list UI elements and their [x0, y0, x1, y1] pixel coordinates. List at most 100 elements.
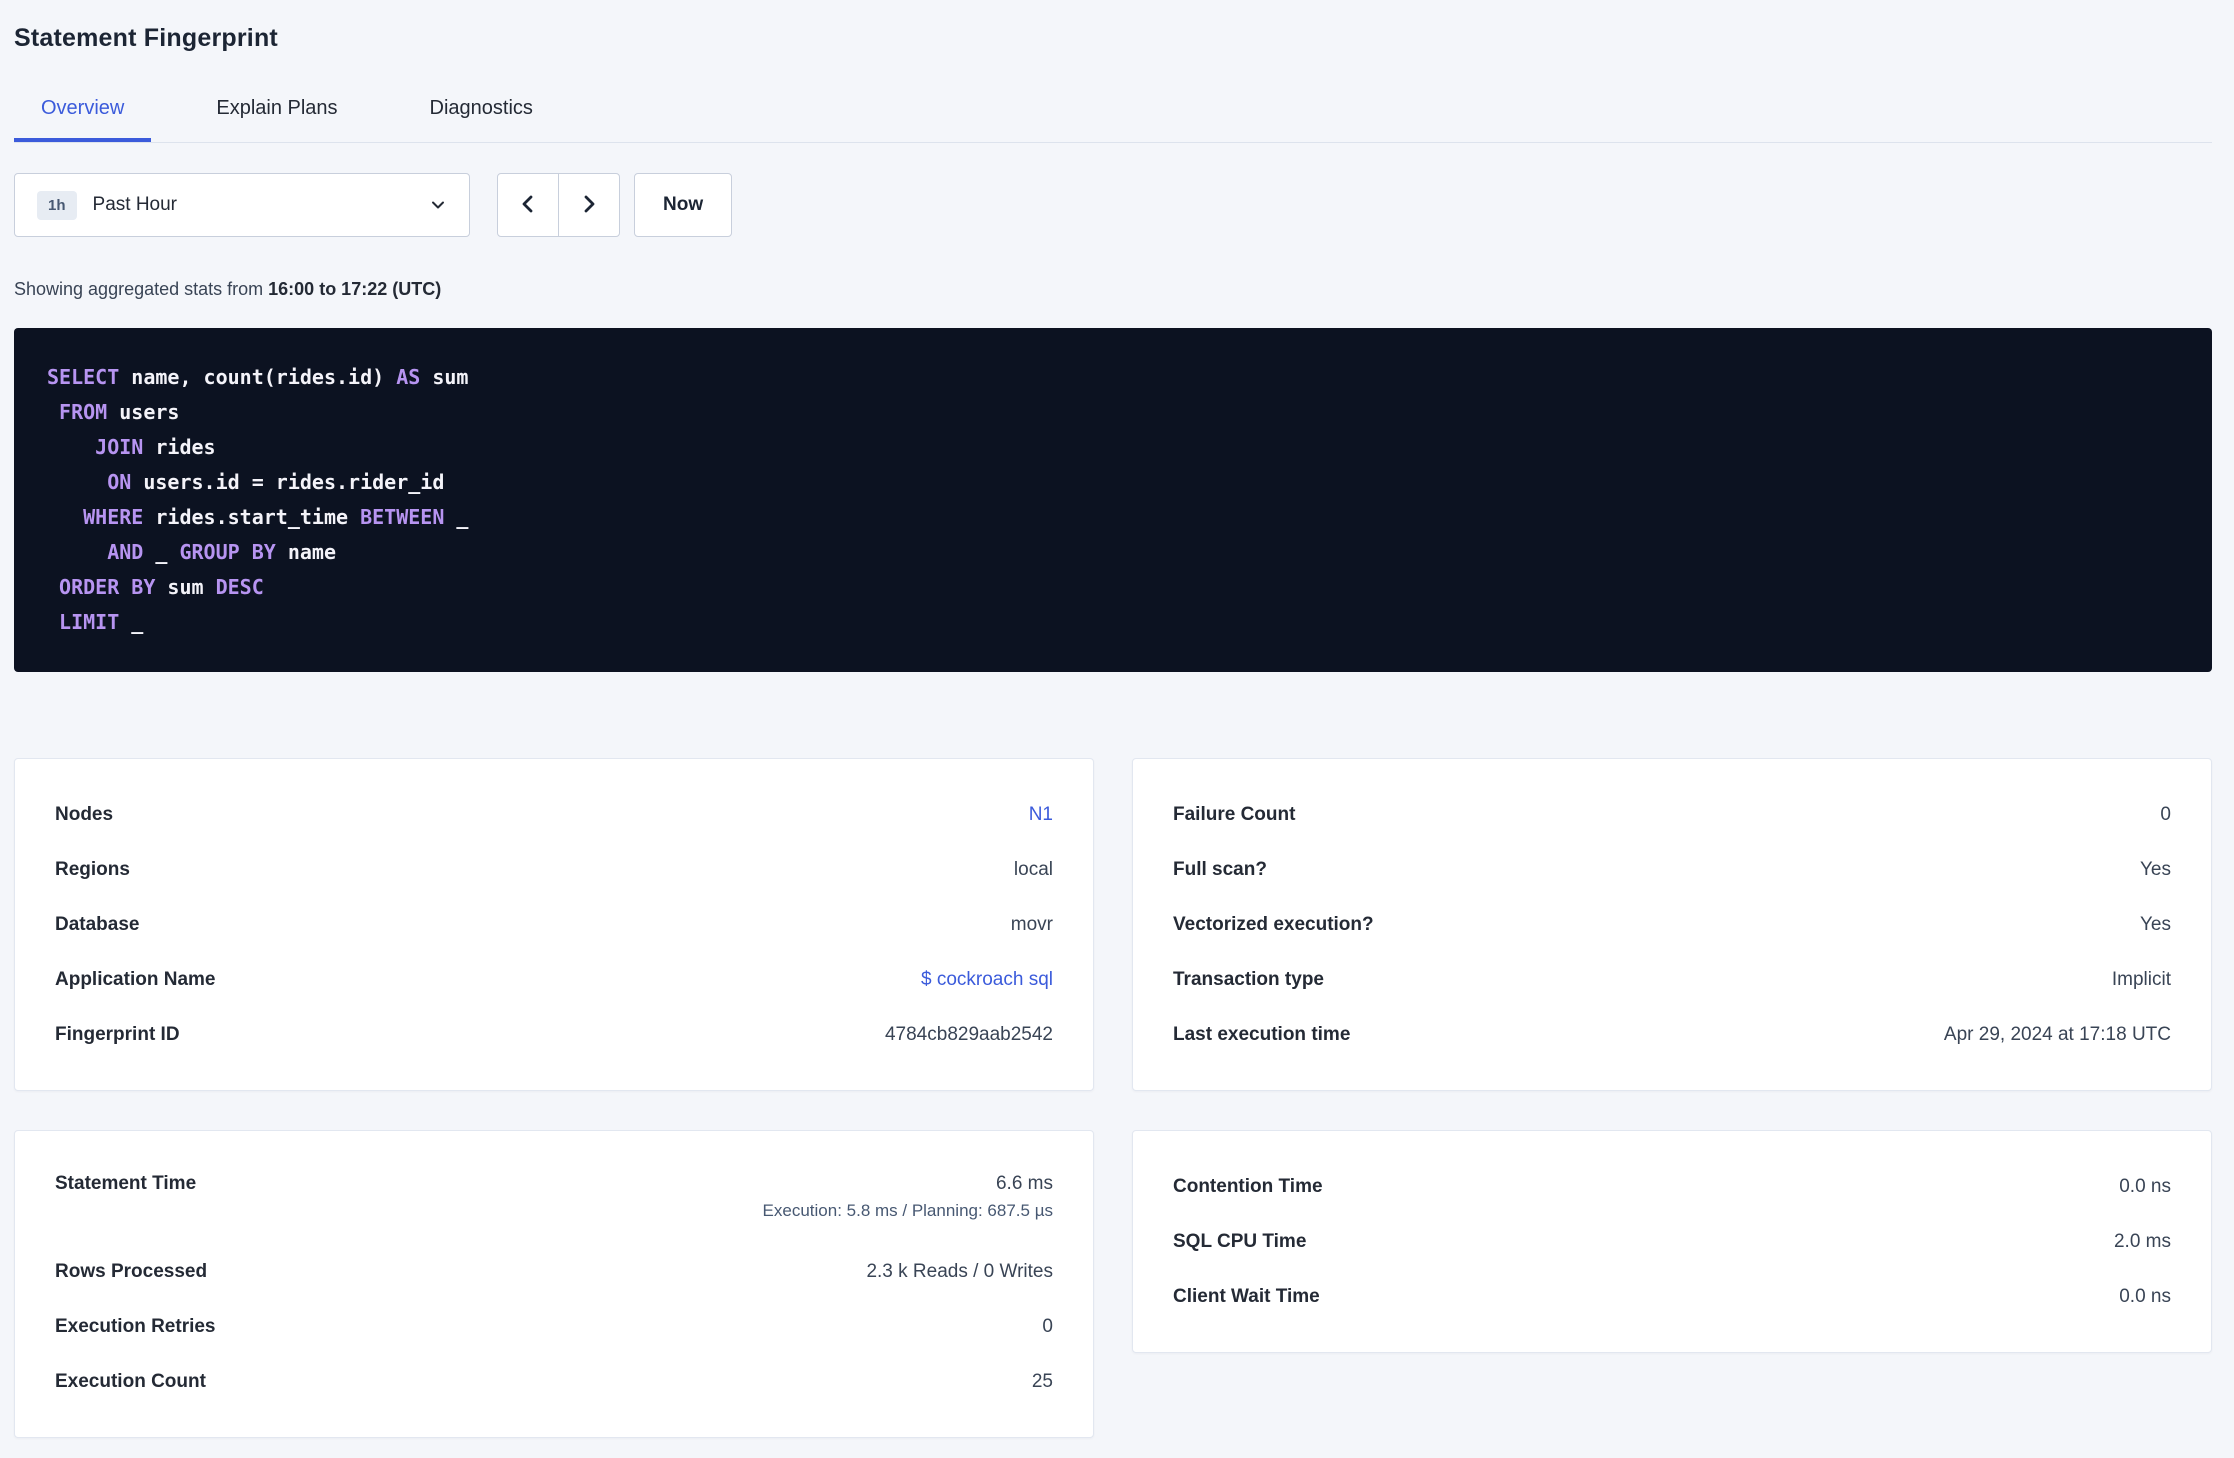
- card-row: Last execution time Apr 29, 2024 at 17:18…: [1173, 1007, 2171, 1062]
- row-value-wrap: 2.0 ms: [2114, 1231, 2171, 1253]
- sql-line: FROM users: [59, 400, 180, 424]
- row-label: Application Name: [55, 968, 216, 990]
- card-row: Vectorized execution? Yes: [1173, 897, 2171, 952]
- row-value-wrap: 4784cb829aab2542: [885, 1024, 1053, 1046]
- card-row: Rows Processed 2.3 k Reads / 0 Writes: [55, 1244, 1053, 1299]
- now-button[interactable]: Now: [634, 173, 733, 237]
- time-step-buttons: [497, 173, 620, 237]
- row-value: 6.6 ms: [995, 1173, 1053, 1194]
- sql-line: LIMIT _: [59, 610, 144, 634]
- row-value-wrap: local: [1014, 859, 1053, 881]
- row-label: Statement Time: [55, 1173, 197, 1194]
- tab-explain-plans[interactable]: Explain Plans: [189, 85, 364, 142]
- prev-time-button[interactable]: [497, 173, 559, 237]
- row-label: SQL CPU Time: [1173, 1230, 1307, 1252]
- row-value-link[interactable]: N1: [1029, 804, 1053, 826]
- time-range-badge: 1h: [37, 190, 77, 220]
- tab-overview[interactable]: Overview: [14, 85, 152, 142]
- row-label: Client Wait Time: [1173, 1285, 1320, 1307]
- row-value: 25: [1031, 1370, 1053, 1392]
- next-time-button[interactable]: [558, 173, 620, 237]
- row-label: Full scan?: [1173, 858, 1267, 880]
- row-value: Yes: [2140, 913, 2171, 935]
- wait-card: Contention Time 0.0 ns SQL CPU Time 2.0 ms C…: [1132, 1130, 2212, 1353]
- row-label: Rows Processed: [55, 1260, 208, 1282]
- row-label: Database: [55, 913, 140, 935]
- sql-line: ON users.id = rides.rider_id: [107, 470, 445, 494]
- row-label: Last execution time: [1173, 1023, 1351, 1045]
- row-value-wrap: 0.0 ns: [2119, 1176, 2171, 1198]
- card-row: Nodes N1: [55, 787, 1053, 842]
- execution-card: Failure Count 0 Full scan? Yes Vectorized ex…: [1132, 758, 2212, 1091]
- row-label: Fingerprint ID: [55, 1023, 180, 1045]
- card-row: Execution Count 25: [55, 1354, 1053, 1409]
- sql-line: ORDER BY sum DESC: [59, 575, 264, 599]
- details-card: Nodes N1 Regions local Database movr Applicati…: [14, 758, 1094, 1091]
- aggregated-stats-text: Showing aggregated stats from 16:00 to 1…: [14, 279, 2212, 300]
- card-row: Database movr: [55, 897, 1053, 952]
- row-label: Regions: [55, 858, 130, 880]
- card-row: Execution Retries 0: [55, 1299, 1053, 1354]
- row-label: Failure Count: [1173, 803, 1296, 825]
- row-value: Yes: [2140, 858, 2171, 880]
- card-row: Statement Time 6.6 ms Execution: 5.8 ms / …: [55, 1159, 1053, 1244]
- card-row: Client Wait Time 0.0 ns: [1173, 1269, 2171, 1324]
- sql-line: AND _ GROUP BY name: [107, 540, 337, 564]
- row-label: Contention Time: [1173, 1175, 1323, 1197]
- time-controls: 1h Past Hour Now: [14, 173, 2212, 237]
- row-value-wrap: 6.6 ms Execution: 5.8 ms / Planning: 687.…: [763, 1173, 1053, 1221]
- row-value: local: [1013, 858, 1053, 880]
- row-value-wrap: Implicit: [2112, 969, 2171, 991]
- row-value: 0: [2160, 803, 2171, 825]
- sql-line: SELECT name, count(rides.id) AS sum: [47, 365, 469, 389]
- card-row: SQL CPU Time 2.0 ms: [1173, 1214, 2171, 1269]
- timing-card: Statement Time 6.6 ms Execution: 5.8 ms / …: [14, 1130, 1094, 1438]
- row-value: 2.0 ms: [2113, 1230, 2171, 1252]
- stats-range: 16:00 to 17:22 (UTC): [268, 279, 442, 299]
- card-row: Transaction type Implicit: [1173, 952, 2171, 1007]
- stats-prefix: Showing aggregated stats from: [14, 279, 269, 299]
- row-value-wrap: Apr 29, 2024 at 17:18 UTC: [1944, 1024, 2171, 1046]
- tab-bar: Overview Explain Plans Diagnostics: [14, 85, 2212, 143]
- row-label: Execution Retries: [55, 1315, 216, 1337]
- card-row: Regions local: [55, 842, 1053, 897]
- time-range-label: Past Hour: [92, 194, 177, 215]
- sql-line: JOIN rides: [95, 435, 216, 459]
- sql-line: WHERE rides.start_time BETWEEN _: [83, 505, 469, 529]
- row-value-wrap: Yes: [2140, 914, 2171, 936]
- row-label: Nodes: [55, 803, 114, 825]
- sql-statement: SELECT name, count(rides.id) AS sum FROM…: [14, 328, 2212, 672]
- row-value-wrap: 0.0 ns: [2119, 1286, 2171, 1308]
- row-value-wrap: movr: [1011, 914, 1053, 936]
- tab-diagnostics[interactable]: Diagnostics: [403, 85, 560, 142]
- card-row: Full scan? Yes: [1173, 842, 2171, 897]
- row-value-wrap: N1: [1029, 804, 1053, 826]
- time-range-select[interactable]: 1h Past Hour: [14, 173, 470, 237]
- row-label: Vectorized execution?: [1173, 913, 1374, 935]
- row-subvalue: Execution: 5.8 ms / Planning: 687.5 µs: [762, 1201, 1053, 1220]
- chevron-right-icon: [579, 192, 599, 219]
- row-value-wrap: 25: [1032, 1371, 1053, 1393]
- row-value: 4784cb829aab2542: [884, 1023, 1053, 1045]
- row-value: Apr 29, 2024 at 17:18 UTC: [1943, 1023, 2171, 1045]
- row-value-wrap: 0: [2160, 804, 2171, 826]
- row-value-link[interactable]: $ cockroach sql: [921, 969, 1053, 991]
- card-row: Fingerprint ID 4784cb829aab2542: [55, 1007, 1053, 1062]
- statement-fingerprint-page: Statement Fingerprint Overview Explain Pl…: [0, 0, 2234, 1438]
- row-value-wrap: 0: [1042, 1316, 1053, 1338]
- row-value: 0.0 ns: [2119, 1175, 2171, 1197]
- row-value: 0.0 ns: [2119, 1285, 2171, 1307]
- page-title: Statement Fingerprint: [14, 24, 278, 52]
- stats-cards: Nodes N1 Regions local Database movr Applicati…: [14, 758, 2212, 1438]
- card-row: Contention Time 0.0 ns: [1173, 1159, 2171, 1214]
- card-row: Failure Count 0: [1173, 787, 2171, 842]
- row-value: 0: [1042, 1315, 1053, 1337]
- row-value-wrap: 2.3 k Reads / 0 Writes: [866, 1261, 1053, 1283]
- row-value-wrap: Yes: [2140, 859, 2171, 881]
- row-value-wrap: $ cockroach sql: [921, 969, 1053, 991]
- row-value: movr: [1010, 913, 1053, 935]
- chevron-down-icon: [429, 196, 447, 214]
- chevron-left-icon: [518, 192, 538, 219]
- row-label: Transaction type: [1173, 968, 1324, 990]
- row-label: Execution Count: [55, 1370, 206, 1392]
